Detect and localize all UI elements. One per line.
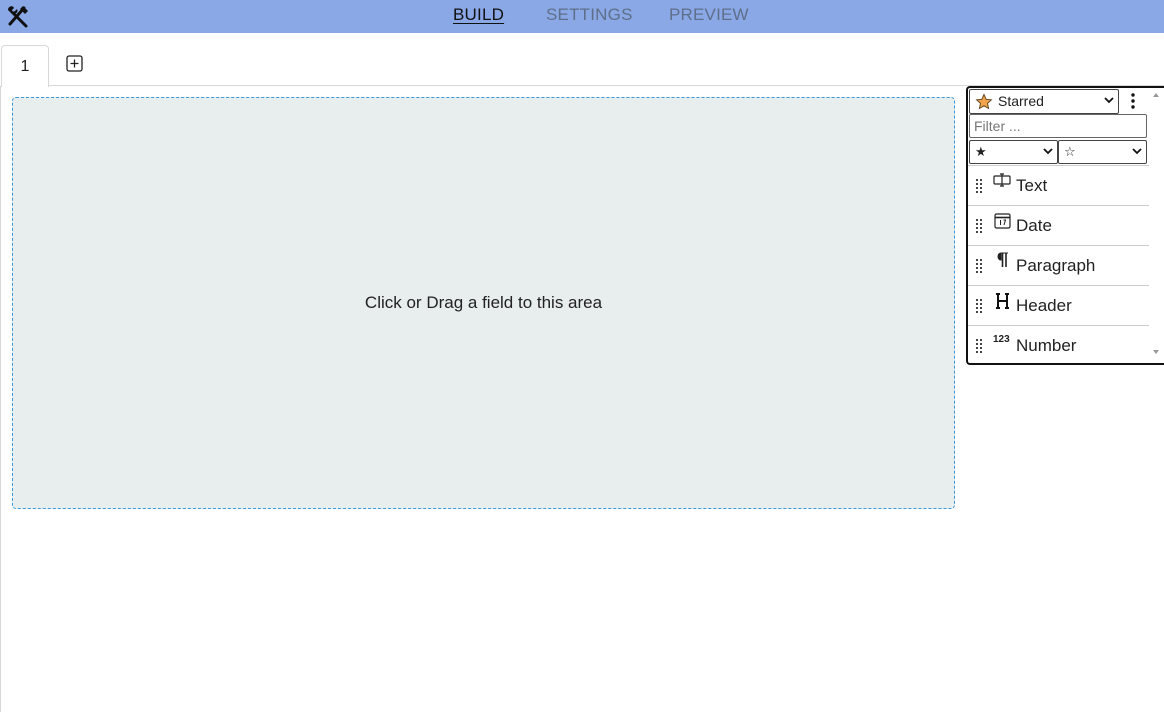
category-select-label: Starred [998, 93, 1044, 109]
form-drop-area[interactable]: Click or Drag a field to this area [12, 97, 955, 509]
chevron-down-icon [1043, 148, 1053, 155]
drag-handle-icon[interactable] [976, 179, 984, 193]
field-item-label: Header [1016, 296, 1072, 315]
kebab-icon[interactable] [1128, 93, 1138, 109]
field-item-label: Date [1016, 216, 1052, 235]
drag-handle-icon[interactable] [976, 219, 984, 233]
field-item-header[interactable]: Header [968, 285, 1149, 325]
field-item-label: Text [1016, 176, 1048, 195]
field-item-number[interactable]: 123 Number [968, 325, 1149, 365]
palette-scrollbar[interactable] [1150, 88, 1162, 359]
star-icon [975, 93, 993, 110]
drop-area-hint: Click or Drag a field to this area [364, 293, 603, 312]
field-item-date[interactable]: Date [968, 205, 1149, 245]
sort-select-unstarred[interactable]: ☆ [1058, 140, 1147, 164]
page-left-border [0, 86, 1, 712]
nav-build[interactable]: BUILD [453, 0, 504, 33]
field-item-text[interactable]: Text [968, 165, 1149, 205]
sort-select-starred-value: ★ [975, 144, 987, 159]
field-item-paragraph[interactable]: Paragraph [968, 245, 1149, 285]
scroll-up-arrow-icon [1153, 93, 1159, 97]
svg-text:123: 123 [993, 334, 1010, 345]
calendar-icon [994, 213, 1011, 229]
top-bar: BUILD SETTINGS PREVIEW [0, 0, 1164, 33]
text-field-icon [993, 173, 1011, 187]
field-list: Text Date Paragraph Header 123 Number [968, 165, 1149, 365]
number-icon: 123 [993, 334, 1010, 345]
nav-settings[interactable]: SETTINGS [546, 0, 633, 33]
category-select[interactable]: Starred [969, 89, 1119, 114]
tools-icon[interactable] [4, 2, 32, 30]
plus-square-icon[interactable] [66, 55, 83, 72]
sort-select-unstarred-value: ☆ [1064, 144, 1076, 159]
filter-input[interactable] [969, 114, 1147, 138]
drag-handle-icon[interactable] [976, 339, 984, 353]
field-item-label: Number [1016, 336, 1077, 355]
chevron-down-icon [1104, 97, 1114, 104]
pilcrow-icon [997, 252, 1008, 267]
field-item-label: Paragraph [1016, 256, 1096, 275]
drag-handle-icon[interactable] [976, 299, 984, 313]
chevron-down-icon [1132, 148, 1142, 155]
tab-page-1[interactable]: 1 [1, 45, 49, 87]
scroll-down-arrow-icon [1153, 350, 1159, 354]
nav-preview[interactable]: PREVIEW [669, 0, 749, 33]
tab-label: 1 [20, 58, 30, 75]
field-palette: Starred ★ ☆ Text [966, 86, 1164, 365]
sort-select-starred[interactable]: ★ [969, 140, 1058, 164]
drag-handle-icon[interactable] [976, 259, 984, 273]
header-icon [996, 293, 1009, 309]
